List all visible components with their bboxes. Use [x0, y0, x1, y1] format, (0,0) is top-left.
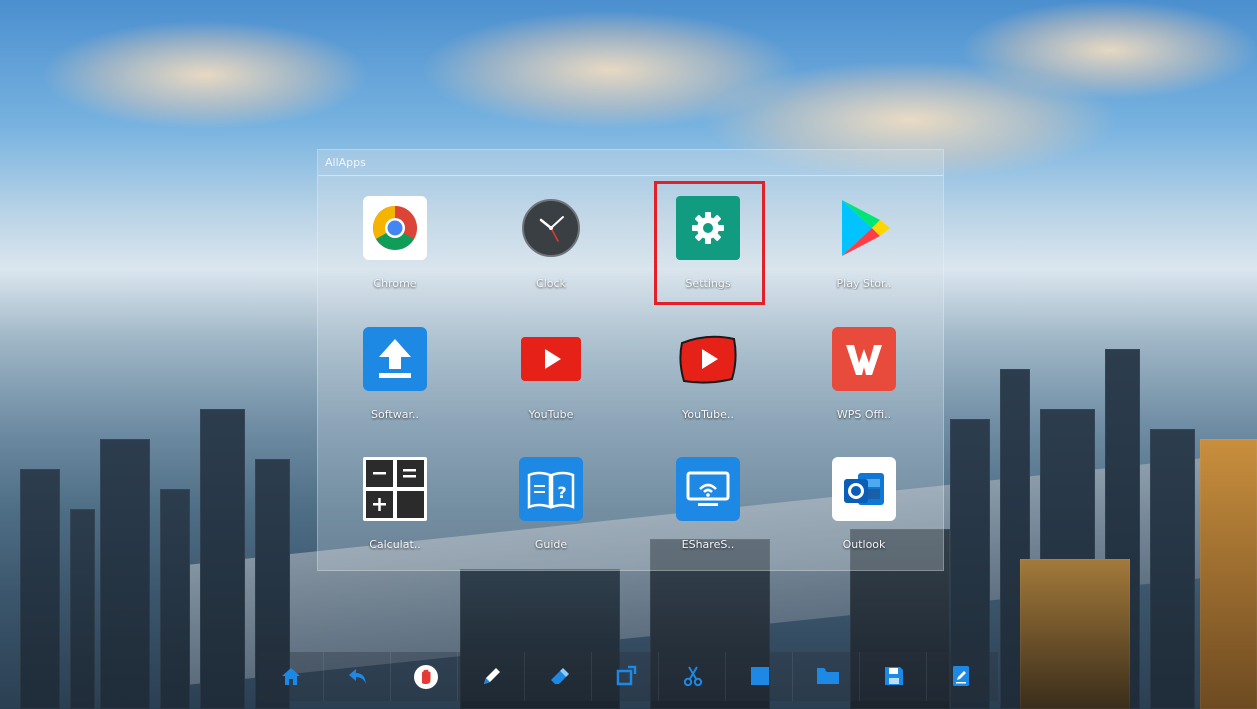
- building: [160, 489, 190, 709]
- app-play-store[interactable]: Play Stor..: [809, 196, 919, 306]
- whiteboard-icon: [751, 667, 769, 685]
- pen-button[interactable]: [460, 652, 525, 701]
- eraser-button[interactable]: [527, 652, 592, 701]
- wps-office-icon: [832, 327, 896, 391]
- panel-divider: [318, 175, 943, 176]
- app-label: Guide: [534, 538, 568, 551]
- settings-highlight-box: [654, 181, 765, 305]
- app-youtube[interactable]: YouTube: [496, 327, 606, 437]
- app-chrome[interactable]: Chrome: [340, 196, 450, 306]
- save-icon: [885, 667, 903, 685]
- app-software-update[interactable]: Softwar..: [340, 327, 450, 437]
- building: [1200, 439, 1257, 709]
- app-label: YouTube..: [682, 408, 734, 421]
- app-label: Clock: [536, 277, 566, 290]
- eshare-screen-icon: [676, 457, 740, 521]
- note-edit-icon: [953, 666, 969, 686]
- back-icon: [349, 669, 366, 684]
- pen-icon: [484, 668, 500, 684]
- crop-button[interactable]: [594, 652, 659, 701]
- app-youtube-kids[interactable]: YouTube..: [653, 327, 763, 437]
- youtube-kids-icon: [676, 327, 740, 391]
- home-icon: [282, 668, 300, 685]
- app-label: Play Stor..: [836, 277, 892, 290]
- guide-book-icon: ?: [519, 457, 583, 521]
- app-eshare[interactable]: EShareS..: [653, 457, 763, 567]
- app-label: Softwar..: [371, 408, 419, 421]
- hand-stop-icon: [414, 665, 438, 689]
- bottom-toolbar: [259, 652, 998, 701]
- hand-stop-button[interactable]: [393, 652, 458, 701]
- building: [100, 439, 150, 709]
- building: [70, 509, 95, 709]
- software-update-icon: [363, 327, 427, 391]
- eraser-icon: [551, 668, 569, 684]
- app-outlook[interactable]: Outlook: [809, 457, 919, 567]
- app-label: Outlook: [842, 538, 886, 551]
- cloud: [960, 0, 1257, 100]
- scissors-icon: [683, 666, 703, 687]
- note-edit-button[interactable]: [929, 652, 993, 701]
- scissors-button[interactable]: [661, 652, 726, 701]
- app-label: EShareS..: [681, 538, 735, 551]
- whiteboard-button[interactable]: [728, 652, 793, 701]
- app-label: Calculat..: [369, 538, 421, 551]
- app-guide[interactable]: ? Guide: [496, 457, 606, 567]
- app-clock[interactable]: Clock: [496, 196, 606, 306]
- youtube-icon: [519, 327, 583, 391]
- desktop-screen: AllApps Chrome Clock Settings Play Stor.…: [0, 0, 1257, 709]
- clock-icon: [519, 196, 583, 260]
- app-wps-office[interactable]: WPS Offi..: [809, 327, 919, 437]
- app-calculator[interactable]: Calculat..: [340, 457, 450, 567]
- save-button[interactable]: [862, 652, 927, 701]
- play-store-icon: [832, 196, 896, 260]
- folder-icon: [817, 668, 839, 684]
- building: [1150, 429, 1195, 709]
- building: [20, 469, 60, 709]
- back-button[interactable]: [326, 652, 391, 701]
- app-label: WPS Offi..: [836, 408, 892, 421]
- outlook-icon: [832, 457, 896, 521]
- app-label: Chrome: [373, 277, 417, 290]
- building: [1020, 559, 1130, 709]
- panel-title: AllApps: [325, 156, 366, 169]
- building: [200, 409, 245, 709]
- chrome-icon: [363, 196, 427, 260]
- home-button[interactable]: [259, 652, 324, 701]
- crop-icon: [616, 665, 637, 686]
- folder-button[interactable]: [795, 652, 860, 701]
- app-label: YouTube: [528, 408, 574, 421]
- svg-text:?: ?: [557, 483, 566, 502]
- cloud: [40, 20, 370, 130]
- calculator-icon: [363, 457, 427, 521]
